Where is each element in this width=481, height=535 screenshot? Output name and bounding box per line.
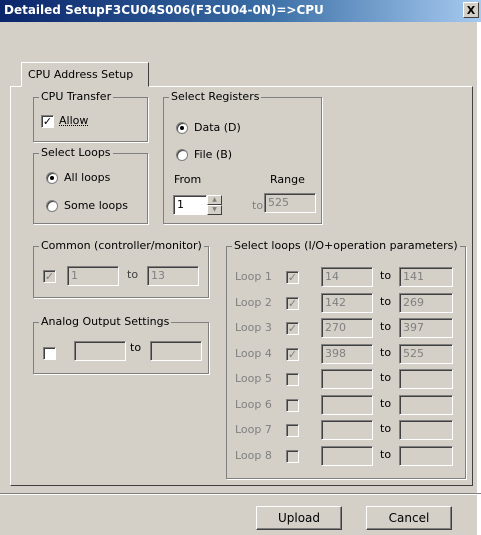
data-d-label[interactable]: Data (D)	[194, 121, 241, 134]
loop-label: Loop 1	[235, 270, 272, 283]
loop-checkbox: ✓	[286, 347, 299, 361]
select-registers-title: Select Registers	[169, 90, 262, 103]
loop-from-input	[321, 369, 373, 389]
common-checkbox: ✓	[43, 270, 56, 283]
analog-output-group: Analog Output Settings to	[33, 315, 209, 374]
some-loops-radio[interactable]	[46, 200, 58, 212]
select-loops-params-title: Select loops (I/O+operation parameters)	[232, 239, 460, 252]
all-loops-radio[interactable]	[46, 172, 58, 184]
all-loops-label[interactable]: All loops	[64, 171, 110, 184]
loop-to-input	[399, 394, 453, 415]
loop-checkbox	[286, 424, 299, 437]
dialog-window: Detailed SetupF3CU04S006(F3CU04-0N)=>CPU…	[0, 0, 481, 535]
loop-checkbox: ✓	[286, 296, 299, 310]
button-separator	[0, 493, 481, 495]
loop-to-input: 397	[399, 318, 453, 338]
loop-label: Loop 5	[235, 372, 272, 385]
loop-to-input: 525	[399, 343, 453, 364]
loop-from-input: 14	[321, 267, 373, 287]
loop-to-label: to	[380, 269, 392, 282]
title-bar[interactable]: Detailed SetupF3CU04S006(F3CU04-0N)=>CPU…	[0, 0, 481, 22]
common-group: Common (controller/monitor) ✓ 1 to 13	[33, 239, 209, 298]
loop-label: Loop 3	[235, 321, 272, 334]
analog-from-input	[74, 341, 126, 361]
range-label: Range	[270, 173, 305, 186]
file-b-label[interactable]: File (B)	[194, 148, 232, 161]
data-d-radio[interactable]	[176, 122, 188, 134]
loop-to-label: to	[380, 320, 392, 333]
some-loops-label[interactable]: Some loops	[64, 199, 128, 212]
select-registers-group: Select Registers Data (D) File (B) From …	[163, 90, 322, 224]
loop-from-input: 270	[321, 318, 373, 338]
loop-label: Loop 7	[235, 423, 272, 436]
range-input: 525	[264, 193, 316, 213]
spin-up-icon[interactable]: ▲	[207, 195, 222, 205]
common-to-label: to	[127, 268, 139, 281]
loop-from-input: 142	[321, 292, 373, 313]
from-spinner[interactable]: ▲ ▼	[207, 195, 222, 215]
allow-checkbox[interactable]: ✓	[41, 115, 54, 128]
upload-button[interactable]: Upload	[256, 506, 342, 530]
loop-to-label: to	[380, 396, 392, 410]
tab-label: CPU Address Setup	[28, 68, 134, 81]
cpu-transfer-group: CPU Transfer ✓ Allow	[33, 90, 148, 142]
loop-label: Loop 4	[235, 346, 272, 360]
window-title: Detailed SetupF3CU04S006(F3CU04-0N)=>CPU	[4, 3, 324, 17]
loop-checkbox: ✓	[286, 271, 299, 284]
loop-to-input: 269	[399, 292, 453, 313]
cpu-transfer-title: CPU Transfer	[39, 90, 114, 103]
select-loops-group: Select Loops All loops Some loops	[33, 146, 148, 224]
loop-to-input: 141	[399, 267, 453, 287]
spin-down-icon[interactable]: ▼	[207, 205, 222, 215]
loop-label: Loop 2	[235, 295, 272, 309]
loop-to-label: to	[380, 371, 392, 384]
from-label: From	[174, 173, 202, 186]
loop-to-label: to	[380, 447, 392, 461]
common-to-input: 13	[147, 266, 199, 286]
common-from-input: 1	[67, 266, 119, 286]
loop-checkbox	[286, 373, 299, 386]
loop-from-input	[321, 445, 373, 466]
loop-from-input: 398	[321, 343, 373, 364]
loop-to-label: to	[380, 422, 392, 435]
loop-to-label: to	[380, 294, 392, 308]
loop-checkbox	[286, 398, 299, 412]
common-title: Common (controller/monitor)	[39, 239, 204, 252]
analog-to-label: to	[130, 341, 142, 354]
loop-from-input	[321, 394, 373, 415]
from-input[interactable]: 1	[173, 195, 207, 215]
loop-label: Loop 8	[235, 448, 272, 462]
tab-cpu-address-setup[interactable]: CPU Address Setup	[21, 62, 149, 87]
range-to-label: to	[252, 199, 264, 212]
cancel-button[interactable]: Cancel	[366, 506, 452, 530]
file-b-radio[interactable]	[176, 149, 188, 161]
close-button[interactable]: X	[463, 2, 479, 18]
analog-output-title: Analog Output Settings	[39, 315, 172, 328]
loop-to-input	[399, 445, 453, 466]
loop-to-input	[399, 420, 453, 440]
allow-label[interactable]: Allow	[59, 114, 88, 127]
loop-label: Loop 6	[235, 397, 272, 411]
select-loops-title: Select Loops	[39, 146, 113, 159]
loop-to-input	[399, 369, 453, 389]
analog-to-input	[150, 341, 202, 361]
analog-checkbox[interactable]	[43, 347, 56, 360]
select-loops-params-group: Select loops (I/O+operation parameters) …	[226, 239, 466, 479]
loop-from-input	[321, 420, 373, 440]
loop-to-label: to	[380, 345, 392, 359]
loop-checkbox	[286, 449, 299, 463]
window-edge	[477, 22, 481, 535]
loop-checkbox: ✓	[286, 322, 299, 335]
